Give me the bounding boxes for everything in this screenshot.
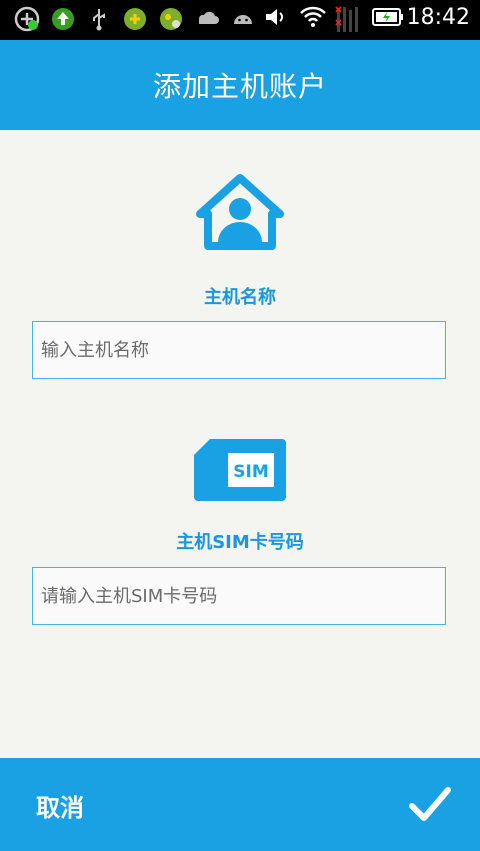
host-name-input[interactable] — [32, 321, 446, 379]
cancel-button[interactable]: 取消 — [36, 788, 84, 823]
notification-icons — [14, 6, 256, 32]
checkmark-icon[interactable] — [408, 784, 452, 824]
upload-icon — [50, 6, 76, 32]
sim-number-label: 主机SIM卡号码 — [176, 532, 304, 553]
host-name-label: 主机名称 — [204, 287, 276, 308]
sim-icon-text: SIM — [233, 462, 269, 482]
signal-icon — [335, 4, 361, 32]
sim-number-input[interactable] — [32, 567, 446, 625]
cloud-icon — [194, 6, 220, 32]
android-icon — [230, 6, 256, 32]
wifi-icon — [299, 4, 326, 30]
sim-card-icon: SIM — [194, 439, 286, 501]
battery-icon — [371, 4, 403, 30]
usb-icon — [86, 6, 112, 32]
page-title: 添加主机账户 — [152, 70, 327, 103]
system-icons: 18:42 — [263, 4, 470, 32]
title-bar: 添加主机账户 — [0, 40, 480, 130]
bottom-action-bar: 取消 — [0, 758, 480, 851]
status-bar: 18:42 — [0, 0, 480, 40]
home-user-icon — [194, 172, 286, 252]
volume-icon — [263, 4, 289, 30]
app-icon-2 — [158, 6, 184, 32]
app-icon — [122, 6, 148, 32]
clock: 18:42 — [406, 4, 470, 30]
add-circle-icon — [14, 6, 40, 32]
